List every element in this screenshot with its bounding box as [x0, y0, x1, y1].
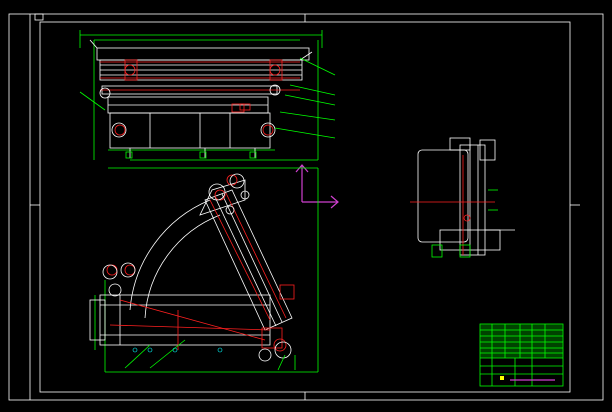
title-block[interactable] [479, 323, 564, 387]
side-view-details [431, 189, 498, 258]
horizontal-conveyor [89, 294, 271, 346]
front-view-feet [125, 151, 257, 159]
side-view[interactable] [410, 137, 515, 258]
plan-view[interactable] [89, 167, 319, 373]
side-view-centerline [410, 155, 495, 255]
side-view-body [417, 137, 515, 256]
title-block-logo-icon [500, 376, 504, 380]
drawing-canvas[interactable] [0, 0, 612, 412]
ucs-icon [295, 164, 339, 209]
plan-view-gears [102, 173, 292, 362]
front-view[interactable] [79, 30, 336, 161]
plan-view-leaders [124, 339, 296, 371]
conveyor-frame [89, 39, 313, 158]
cad-drawing-viewport[interactable] [0, 0, 612, 412]
front-view-wheels [99, 84, 281, 138]
